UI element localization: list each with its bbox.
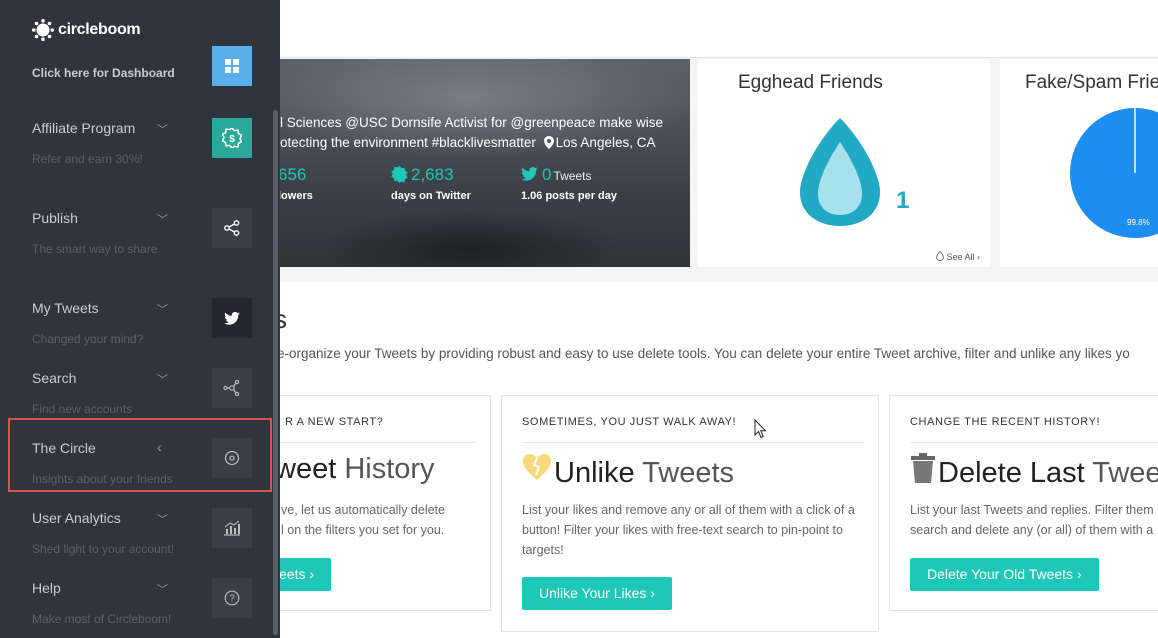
chevron-down-icon: ﹀: [157, 124, 168, 136]
stat-days: 2,683 days on Twitter: [391, 165, 471, 202]
delete-old-tweets-button[interactable]: Delete Your Old Tweets ›: [910, 558, 1099, 591]
circleboom-logo-icon: [32, 19, 54, 41]
card-description: ve, let us automatically delete l on the…: [281, 503, 445, 537]
sidebar-item-affiliate[interactable]: Affiliate Program ﹀ Refer and earn 30%! …: [0, 108, 272, 178]
chevron-down-icon: ﹀: [157, 374, 168, 386]
chevron-down-icon: ﹀: [157, 514, 168, 526]
chevron-down-icon: ﹀: [157, 214, 168, 226]
see-all-label: See All: [946, 252, 975, 262]
chart-icon: [212, 508, 252, 548]
followers-label: lowers: [280, 190, 313, 202]
share-icon: [212, 208, 252, 248]
fakespam-percent: 99.8%: [1127, 218, 1150, 227]
question-icon: ?: [212, 578, 252, 618]
card-title: Delete Last Tweet: [910, 453, 1158, 490]
card-kicker: R A NEW START?: [285, 416, 384, 428]
trash-icon: [911, 453, 935, 483]
unlike-tweets-card: SOMETIMES, YOU JUST WALK AWAY! Unlike Tw…: [501, 395, 879, 632]
tweet-tools-section: s e-organize your Tweets by providing ro…: [280, 282, 1158, 638]
chevron-down-icon: ﹀: [157, 584, 168, 596]
card-kicker: CHANGE THE RECENT HISTORY!: [910, 416, 1101, 428]
tweets-rate-label: 1.06 posts per day: [521, 190, 617, 202]
location-pin-icon: [543, 136, 554, 149]
main-content: l Sciences @USC Dornsife Activist for @g…: [280, 0, 1158, 638]
badge-icon: [391, 166, 408, 183]
chevron-down-icon: ﹀: [157, 304, 168, 316]
dollar-icon: $: [212, 118, 252, 158]
sidebar: circleboom Click here for Dashboard Affi…: [0, 0, 280, 638]
egghead-count: 1: [896, 187, 910, 214]
svg-text:$: $: [229, 134, 235, 145]
sidebar-item-help[interactable]: Help ﹀ Make most of Circleboom! ?: [0, 568, 272, 638]
followers-count: 656: [280, 165, 307, 184]
broken-heart-icon: [523, 454, 551, 480]
card-title: Unlike Tweets: [522, 453, 734, 490]
delete-last-tweets-card: CHANGE THE RECENT HISTORY! Delete Last T…: [889, 395, 1158, 611]
egghead-friends-widget: Egghead Friends 1 See All ›: [698, 59, 990, 267]
egg-icon: [800, 118, 880, 226]
twitter-icon: [212, 298, 252, 338]
card-title: weet History: [280, 453, 435, 485]
twitter-bird-icon: [521, 166, 538, 181]
profile-stats: 656 lowers 2,683 days on Twitter 0 Tweets…: [280, 165, 690, 215]
section-description: e-organize your Tweets by providing robu…: [280, 346, 1130, 361]
card-description: List your likes and remove any or all of…: [522, 503, 855, 557]
network-icon: [212, 368, 252, 408]
egghead-title: Egghead Friends: [738, 72, 883, 93]
bio-line-2: otecting the environment #blacklivesmatt…: [280, 135, 536, 150]
fakespam-title: Fake/Spam Frien: [1025, 72, 1158, 93]
chevron-right-icon: ›: [977, 252, 980, 262]
profile-banner: l Sciences @USC Dornsife Activist for @g…: [280, 59, 690, 267]
tweets-count: 0: [542, 165, 552, 184]
sidebar-item-user-analytics[interactable]: User Analytics ﹀ Shed light to your acco…: [0, 498, 272, 568]
card-kicker: SOMETIMES, YOU JUST WALK AWAY!: [522, 416, 737, 428]
svg-text:?: ?: [229, 594, 235, 605]
unlike-your-likes-button[interactable]: Unlike Your Likes ›: [522, 577, 672, 610]
bio-line-1: l Sciences @USC Dornsife Activist for @g…: [280, 115, 664, 130]
delete-history-card: R A NEW START? weet History ve, let us a…: [280, 395, 491, 611]
section-title: s: [280, 304, 287, 334]
delete-tweets-button[interactable]: eets ›: [280, 558, 332, 591]
see-all-link[interactable]: See All ›: [936, 250, 980, 262]
sidebar-item-my-tweets[interactable]: My Tweets ﹀ Changed your mind?: [0, 288, 272, 358]
days-count: 2,683: [411, 165, 454, 184]
egg-small-icon: [936, 250, 944, 261]
brand-logo[interactable]: circleboom: [32, 18, 141, 42]
brand-name: circleboom: [58, 21, 141, 38]
profile-location: Los Angeles, CA: [555, 135, 656, 150]
tweets-unit: Tweets: [553, 169, 592, 183]
fake-spam-widget: Fake/Spam Frien 99.8%: [1000, 59, 1158, 267]
mouse-cursor-icon: [754, 419, 767, 439]
stat-followers: 656 lowers: [280, 165, 313, 202]
dashboard-grid-icon[interactable]: [212, 46, 252, 86]
the-circle-highlight-box: [8, 418, 272, 492]
card-description: List your last Tweets and replies. Filte…: [910, 503, 1154, 537]
top-bar: [280, 0, 1158, 58]
dashboard-item: [0, 46, 272, 86]
profile-bio: l Sciences @USC Dornsife Activist for @g…: [280, 113, 680, 153]
sidebar-item-publish[interactable]: Publish ﹀ The smart way to share: [0, 198, 272, 268]
stat-tweets: 0 Tweets 1.06 posts per day: [521, 165, 617, 202]
days-label: days on Twitter: [391, 190, 471, 202]
sidebar-scrollbar[interactable]: [273, 110, 278, 635]
